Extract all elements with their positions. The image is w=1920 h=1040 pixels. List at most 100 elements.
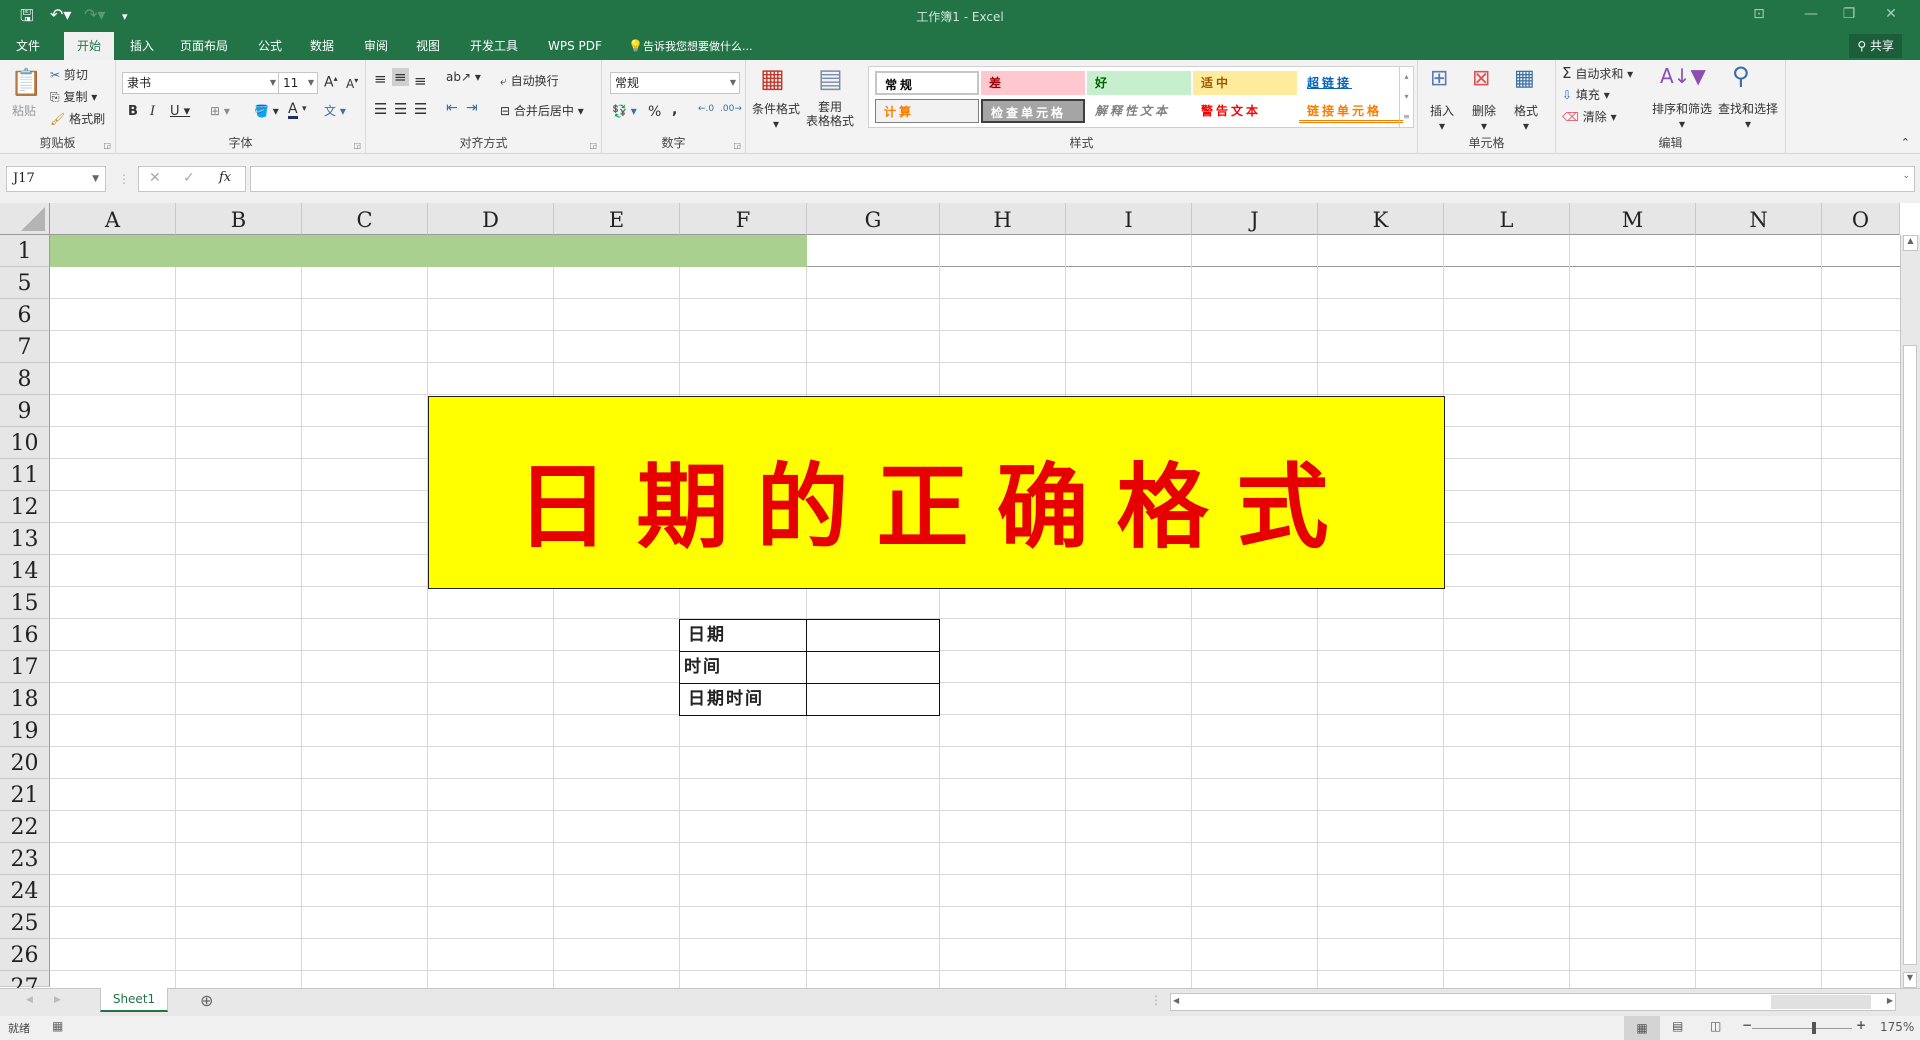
borders-button[interactable]: ⊞ ▾ [210,104,230,118]
gallery-scroll[interactable]: ▴ ▾ ≡ [1399,67,1413,127]
decrease-indent-icon[interactable]: ⇤ [446,100,458,116]
magnifier-icon[interactable]: ⚲ [1732,62,1750,90]
column-header-f[interactable]: F [680,203,807,235]
percent-button[interactable]: % [648,104,661,120]
zoom-slider[interactable] [1752,1022,1852,1034]
orientation-button[interactable]: ab↗ ▾ [446,70,481,84]
paste-button[interactable]: 粘贴 [12,102,36,119]
align-bottom-icon[interactable]: ≡ [414,72,427,90]
tab-home[interactable]: 开始 [64,32,115,60]
alignment-launcher-icon[interactable]: ◲ [589,141,597,150]
horizontal-scrollbar[interactable]: ◀ ▶ [1170,993,1896,1011]
font-launcher-icon[interactable]: ◲ [353,141,361,150]
row-header-17[interactable]: 17 [0,651,50,683]
normal-view-icon[interactable]: ▦ [1624,1016,1660,1040]
close-icon[interactable]: ✕ [1876,6,1906,22]
tab-review[interactable]: 审阅 [356,32,396,60]
row-header-9[interactable]: 9 [0,395,50,427]
tab-developer[interactable]: 开发工具 [462,32,526,60]
copy-button[interactable]: ⎘ 复制 ▾ [50,88,97,105]
format-cells-button[interactable]: 格式 ▾ [1514,102,1538,133]
italic-button[interactable]: I [150,104,155,119]
number-launcher-icon[interactable]: ◲ [733,141,741,150]
row-header-21[interactable]: 21 [0,779,50,811]
decrease-decimal-icon[interactable]: .00→ [720,104,742,114]
insert-cells-button[interactable]: 插入 ▾ [1430,102,1454,133]
cancel-icon[interactable]: ✕ [149,170,161,186]
font-name-select[interactable]: 隶书 ▼ [122,72,280,94]
row-header-8[interactable]: 8 [0,363,50,395]
tab-wps-pdf[interactable]: WPS PDF [540,32,610,60]
table-value-cell[interactable] [806,619,940,652]
column-header-m[interactable]: M [1570,203,1696,235]
cell-style-8[interactable]: 解释性文本 [1087,99,1191,123]
tab-formulas[interactable]: 公式 [250,32,290,60]
table-label-cell[interactable]: 日期 [679,619,807,652]
conditional-format-icon[interactable]: ▦ [760,64,785,94]
column-header-b[interactable]: B [176,203,302,235]
fill-color-button[interactable]: 🪣 ▾ [254,104,279,118]
row-header-25[interactable]: 25 [0,907,50,939]
row-header-20[interactable]: 20 [0,747,50,779]
table-format-icon[interactable]: ▤ [818,64,843,94]
tab-data[interactable]: 数据 [302,32,342,60]
cell-style-5[interactable]: 超链接 [1299,71,1403,95]
row-header-22[interactable]: 22 [0,811,50,843]
formula-input[interactable]: ⌄ [250,166,1915,192]
delete-cells-button[interactable]: 删除 ▾ [1472,102,1496,133]
row-header-12[interactable]: 12 [0,491,50,523]
page-break-view-icon[interactable]: ◫ [1710,1019,1721,1033]
table-label-cell[interactable]: 日期时间 [679,683,807,716]
column-header-h[interactable]: H [940,203,1066,235]
scroll-left-icon[interactable]: ◀ [1173,996,1179,1005]
row-header-10[interactable]: 10 [0,427,50,459]
tab-insert[interactable]: 插入 [122,32,162,60]
row-header-5[interactable]: 5 [0,267,50,299]
column-header-i[interactable]: I [1066,203,1192,235]
scroll-down-icon[interactable]: ▼ [1903,972,1917,988]
name-box[interactable]: J17 ▼ [6,166,106,192]
select-all-corner[interactable] [0,203,50,235]
cell-style-6[interactable]: 计算 [875,99,979,123]
autosum-button[interactable]: Σ 自动求和 ▾ [1562,64,1633,82]
zoom-out-button[interactable]: − [1742,1018,1752,1032]
add-sheet-icon[interactable]: ⊕ [200,991,213,1010]
merge-center-button[interactable]: ⊟ 合并后居中 ▾ [500,102,584,119]
zoom-level[interactable]: 175% [1880,1020,1914,1034]
table-label-cell[interactable]: 时间 [679,651,807,684]
find-select-button[interactable]: 查找和选择 ▾ [1718,100,1778,131]
cell-style-7[interactable]: 检查单元格 [981,99,1085,123]
scroll-up-icon[interactable]: ▲ [1903,235,1918,251]
align-left-icon[interactable]: ☰ [374,100,387,118]
ribbon-display-icon[interactable]: ⊡ [1744,6,1774,22]
minimize-icon[interactable]: — [1796,6,1826,22]
font-color-button[interactable]: A [288,102,298,119]
clear-button[interactable]: ⌫ 清除 ▾ [1562,108,1617,125]
cell-style-10[interactable]: 链接单元格 [1299,99,1403,123]
cell-style-2[interactable]: 差 [981,71,1085,95]
increase-font-icon[interactable]: A▴ [324,74,338,91]
column-header-g[interactable]: G [807,203,940,235]
macro-record-icon[interactable]: ▦ [52,1019,63,1033]
cell-style-4[interactable]: 适中 [1193,71,1297,95]
wrap-text-button[interactable]: ⤶ 自动换行 [500,72,559,89]
decrease-font-icon[interactable]: A▾ [346,76,358,91]
row-header-11[interactable]: 11 [0,459,50,491]
column-header-c[interactable]: C [302,203,428,235]
increase-decimal-icon[interactable]: ←.0 [698,104,714,114]
delete-cells-icon[interactable]: ⊠ [1472,66,1490,91]
expand-formula-icon[interactable]: ⌄ [1902,171,1910,181]
align-top-icon[interactable]: ≡ [374,70,387,88]
align-middle-icon[interactable]: ≡ [392,68,409,86]
row-header-26[interactable]: 26 [0,939,50,971]
bold-button[interactable]: B [128,104,138,119]
scroll-right-icon[interactable]: ▶ [1887,996,1893,1005]
row-header-24[interactable]: 24 [0,875,50,907]
table-format-button[interactable]: 套用 表格格式 [806,100,854,128]
insert-cells-icon[interactable]: ⊞ [1430,66,1448,91]
header-fill-row[interactable] [50,235,807,267]
prev-sheet-icon[interactable]: ◀ [26,995,33,1005]
page-layout-view-icon[interactable]: ▤ [1672,1019,1683,1033]
table-value-cell[interactable] [806,651,940,684]
paste-icon[interactable]: 📋 [10,68,42,98]
